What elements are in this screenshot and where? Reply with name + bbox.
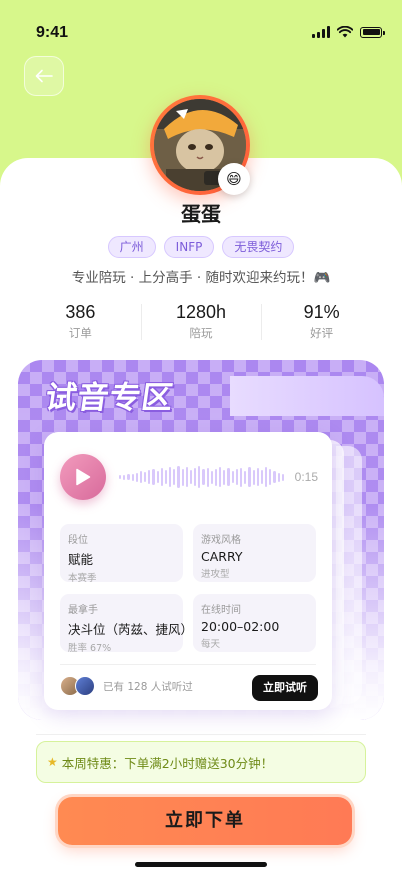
stat-value: 91% xyxy=(303,302,340,322)
stats-row: 386 订单 1280h 陪玩 91% 好评 xyxy=(20,302,382,342)
back-button[interactable] xyxy=(24,56,64,96)
bio: 专业陪玩 · 上分高手 · 随时欢迎来约玩！🎮 xyxy=(71,270,331,286)
stat-value: 1280h xyxy=(175,302,227,322)
signal-icon xyxy=(312,26,330,38)
stat-value: 386 xyxy=(65,302,96,322)
info-sub: 每天 xyxy=(201,639,221,650)
info-value: 决斗位（芮兹、捷风） xyxy=(68,622,194,637)
info-style: 游戏风格 CARRY 进攻型 xyxy=(193,524,316,582)
info-value: 20:00–02:00 xyxy=(201,619,280,634)
info-label: 在线时间 xyxy=(201,605,241,616)
stat-rating: 91% 好评 xyxy=(261,302,382,342)
play-button[interactable] xyxy=(60,454,106,500)
home-indicator xyxy=(135,862,267,867)
audio-waveform[interactable] xyxy=(119,465,284,489)
stacked-card-shadow xyxy=(330,440,344,708)
nickname: 蛋蛋 xyxy=(181,202,221,226)
tag-personality: INFP xyxy=(163,236,215,258)
info-label: 最拿手 xyxy=(68,605,98,616)
info-value: 赋能 xyxy=(68,552,94,567)
divider xyxy=(36,734,366,735)
stat-label: 好评 xyxy=(310,326,334,340)
profile-tags: 广州 INFP 无畏契约 xyxy=(0,236,402,258)
audio-card: 0:15 段位 赋能 本赛季 游戏风格 CARRY 进攻型 最拿手 决斗位（芮兹… xyxy=(44,432,332,710)
info-rank: 段位 赋能 本赛季 xyxy=(60,524,183,584)
trial-zone-tab xyxy=(230,376,384,416)
stat-label: 陪玩 xyxy=(189,326,213,340)
play-icon xyxy=(76,468,91,486)
tag-location: 广州 xyxy=(107,236,156,258)
trial-zone-title: 试音专区 xyxy=(42,380,177,416)
status-time: 9:41 xyxy=(36,24,69,41)
status-bar: 9:41 xyxy=(0,0,402,60)
info-label: 段位 xyxy=(68,535,88,546)
status-icons xyxy=(312,26,385,38)
promo-banner[interactable]: ★ 本周特惠：下单满2小时赠送30分钟！ xyxy=(36,741,366,783)
emoji-badge[interactable]: 😄 xyxy=(218,163,250,195)
stat-hours: 1280h 陪玩 xyxy=(140,302,262,342)
stat-label: 订单 xyxy=(68,326,92,340)
promo-text: 本周特惠：下单满2小时赠送30分钟！ xyxy=(61,755,274,771)
info-label: 游戏风格 xyxy=(201,535,241,546)
listener-avatar xyxy=(75,676,95,696)
battery-icon xyxy=(360,26,385,38)
listeners-count-text: 已有 128 人试听过 xyxy=(103,680,193,693)
stat-orders: 386 订单 xyxy=(20,302,141,342)
tag-game: 无畏契约 xyxy=(222,236,295,258)
info-sub: 进攻型 xyxy=(201,569,230,580)
audio-duration: 0:15 xyxy=(294,470,318,484)
try-listen-button[interactable]: 立即试听 xyxy=(252,675,318,701)
info-online-time: 在线时间 20:00–02:00 每天 xyxy=(193,594,316,652)
wifi-icon xyxy=(337,26,353,38)
info-value: CARRY xyxy=(201,549,243,564)
listeners: 已有 128 人试听过 xyxy=(60,676,193,696)
star-icon: ★ xyxy=(47,755,58,769)
order-button[interactable]: 立即下单 xyxy=(58,797,352,845)
divider xyxy=(60,664,316,665)
info-sub: 本赛季 xyxy=(68,573,97,584)
info-sub: 胜率 67% xyxy=(68,643,112,654)
info-specialty: 最拿手 决斗位（芮兹、捷风） 胜率 67% xyxy=(60,594,194,654)
arrow-left-icon xyxy=(35,69,53,83)
